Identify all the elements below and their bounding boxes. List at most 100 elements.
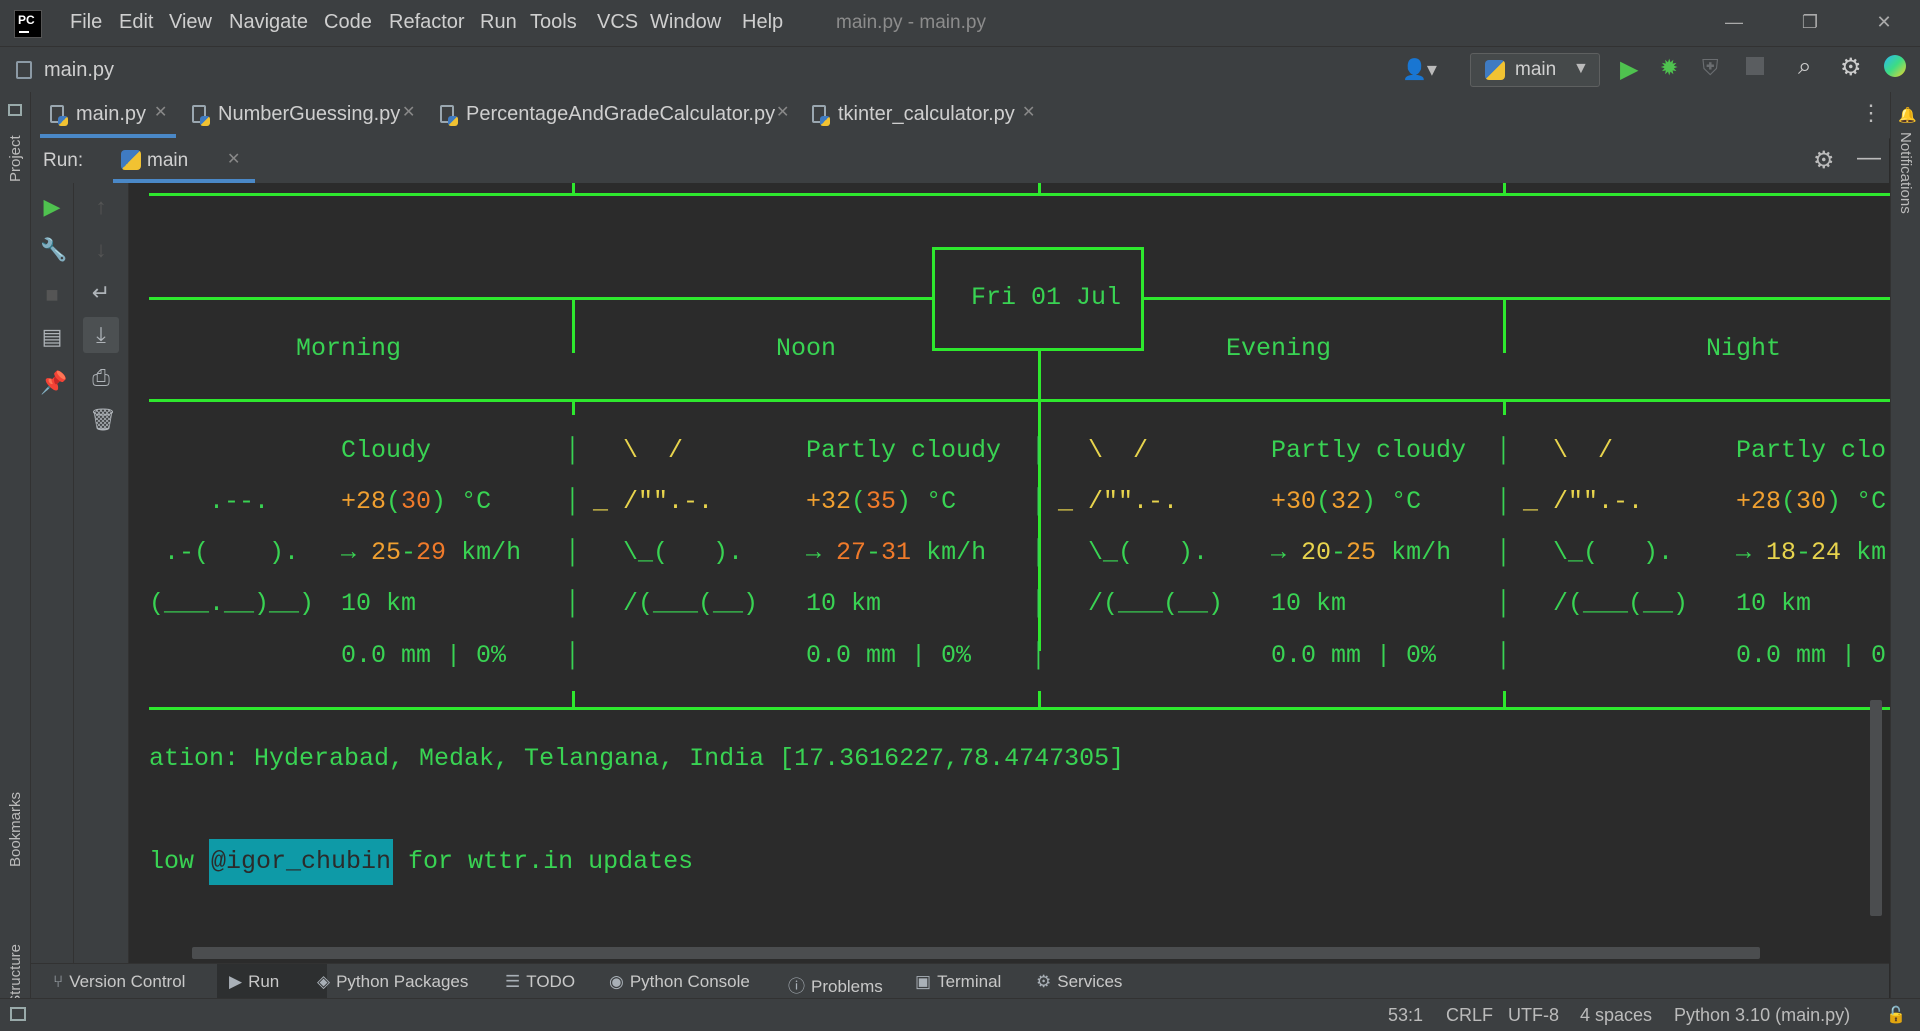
tool-run[interactable]: ▶ Run xyxy=(229,972,279,992)
tab-numberguessing[interactable]: NumberGuessing.py ✕ xyxy=(190,92,420,138)
tool-services[interactable]: ⚙ Services xyxy=(1036,972,1122,992)
stop-icon[interactable] xyxy=(1746,57,1764,75)
tool-version-control[interactable]: ⑂ Version Control xyxy=(53,972,185,992)
window-title: main.py - main.py xyxy=(836,12,986,33)
col-sep: │ xyxy=(1031,589,1047,618)
weather-art-line: _ /"".-. xyxy=(593,487,714,516)
weather-art-line: /(___(__) xyxy=(1058,589,1224,618)
layout-icon[interactable]: ▤ xyxy=(40,325,64,349)
menu-window[interactable]: Window xyxy=(650,11,721,34)
pin-icon[interactable]: 📌 xyxy=(40,371,67,395)
tool-python-packages[interactable]: ◈ Python Packages xyxy=(317,972,468,992)
user-icon[interactable]: 👤▾ xyxy=(1402,57,1437,82)
bookmarks-tool-button[interactable]: Bookmarks xyxy=(7,792,24,867)
close-tab-icon[interactable]: ✕ xyxy=(1022,102,1035,122)
visibility: 10 km xyxy=(806,589,882,618)
menu-vcs[interactable]: VCS xyxy=(597,11,638,34)
wind-unit: km/h xyxy=(911,538,987,567)
hide-panel-icon[interactable]: — xyxy=(1857,144,1881,172)
tab-percentagegradecalculator[interactable]: PercentageAndGradeCalculator.py ✕ xyxy=(438,92,794,138)
close-tab-icon[interactable]: ✕ xyxy=(776,102,789,122)
table-rule xyxy=(1503,183,1506,195)
debug-icon[interactable]: ✹ xyxy=(1660,55,1678,81)
lock-icon[interactable]: 🔓 xyxy=(1886,1005,1906,1025)
file-encoding[interactable]: UTF-8 xyxy=(1508,1005,1559,1026)
arrow-down-icon[interactable]: ↓ xyxy=(89,238,113,262)
vcs-icon: ⑂ xyxy=(53,972,64,991)
minimize-icon[interactable]: — xyxy=(1712,8,1756,36)
visibility: 10 km xyxy=(1271,589,1347,618)
tool-python-console[interactable]: ◉ Python Console xyxy=(609,972,750,992)
close-tab-icon[interactable]: ✕ xyxy=(227,149,240,169)
stop-icon[interactable]: ■ xyxy=(40,283,64,307)
arrow-up-icon[interactable]: ↑ xyxy=(89,195,113,219)
menu-tools[interactable]: Tools xyxy=(530,11,577,34)
breadcrumb-file[interactable]: main.py xyxy=(44,59,114,82)
close-tab-icon[interactable]: ✕ xyxy=(154,102,167,122)
weather-art-line: /(___(__) xyxy=(1523,589,1689,618)
temperature: +30(32) °C xyxy=(1271,487,1422,516)
menu-file[interactable]: File xyxy=(70,11,102,34)
toggle-tool-windows-icon[interactable] xyxy=(10,1007,26,1021)
wind-arrow-icon: → xyxy=(806,538,837,567)
settings-gear-icon[interactable]: ⚙ xyxy=(1840,53,1862,82)
print-icon[interactable]: ⎙ xyxy=(89,366,113,390)
tool-terminal[interactable]: ▣ Terminal xyxy=(915,972,1001,992)
wind: → 18-24 km xyxy=(1736,538,1887,567)
col-sep: │ xyxy=(1496,538,1512,567)
run-config-select[interactable]: main ▼ xyxy=(1470,53,1600,87)
temp-high: 35 xyxy=(866,487,897,516)
more-tabs-icon[interactable]: ⋮ xyxy=(1860,100,1882,126)
bell-icon: 🔔 xyxy=(1898,107,1917,124)
edit-config-wrench-icon[interactable]: 🔧 xyxy=(40,238,67,262)
tab-main-py[interactable]: main.py ✕ xyxy=(48,92,174,138)
menu-help[interactable]: Help xyxy=(742,11,783,34)
condition: Partly cloudy xyxy=(1271,436,1467,465)
col-sep: │ xyxy=(565,641,581,670)
twitter-handle-link[interactable]: @igor_chubin xyxy=(209,839,394,885)
condition: Partly cloudy xyxy=(806,436,1002,465)
restore-icon[interactable]: ❐ xyxy=(1788,8,1832,36)
temp-low: +28 xyxy=(1736,487,1782,516)
menu-edit[interactable]: Edit xyxy=(119,11,153,34)
search-icon[interactable]: ⌕ xyxy=(1798,53,1811,81)
col-sep: │ xyxy=(565,487,581,516)
code-with-me-icon[interactable] xyxy=(1884,55,1906,77)
temp-unit: °C xyxy=(1376,487,1422,516)
trash-icon[interactable]: 🗑 xyxy=(89,408,117,432)
close-tab-icon[interactable]: ✕ xyxy=(402,102,415,122)
console-output[interactable]: Fri 01 Jul Morning Noon Evening Night │ … xyxy=(129,183,1890,963)
coverage-icon[interactable]: ⛨ xyxy=(1702,55,1719,81)
menu-view[interactable]: View xyxy=(169,11,212,34)
console-vertical-scrollbar[interactable] xyxy=(1870,700,1882,916)
rerun-icon[interactable]: ▶ xyxy=(40,195,64,219)
indent-setting[interactable]: 4 spaces xyxy=(1580,1005,1652,1026)
tool-problems[interactable]: ⓘ Problems xyxy=(788,972,883,997)
period-evening: Evening xyxy=(1226,334,1332,363)
menu-refactor[interactable]: Refactor xyxy=(389,11,465,34)
caret-position[interactable]: 53:1 xyxy=(1388,1005,1423,1026)
project-tool-button[interactable]: Project xyxy=(7,102,24,182)
console-horizontal-scrollbar[interactable] xyxy=(192,947,1760,959)
close-window-icon[interactable]: ✕ xyxy=(1862,8,1906,36)
menu-code[interactable]: Code xyxy=(324,11,372,34)
menu-navigate[interactable]: Navigate xyxy=(229,11,308,34)
structure-tool-button[interactable]: Structure xyxy=(7,944,24,1005)
run-tab-label: main xyxy=(147,150,189,171)
run-tab-main[interactable]: main ✕ xyxy=(113,138,255,183)
tool-label: Services xyxy=(1057,972,1123,991)
precipitation: 0.0 mm | 0% xyxy=(806,641,972,670)
tool-todo[interactable]: ☰ TODO xyxy=(505,972,575,992)
menu-run[interactable]: Run xyxy=(480,11,517,34)
run-settings-gear-icon[interactable]: ⚙ xyxy=(1813,146,1835,175)
python-interpreter[interactable]: Python 3.10 (main.py) xyxy=(1674,1005,1850,1026)
soft-wrap-icon[interactable]: ↵ xyxy=(89,281,113,305)
run-icon[interactable]: ▶ xyxy=(1620,55,1638,84)
tool-label: Python Console xyxy=(629,972,750,991)
line-separator[interactable]: CRLF xyxy=(1446,1005,1493,1026)
notifications-tool-button[interactable]: Notifications xyxy=(1897,132,1914,214)
tab-tkinter-calculator[interactable]: tkinter_calculator.py ✕ xyxy=(810,92,1050,138)
right-tool-strip: 🔔 Notifications xyxy=(1890,92,1920,998)
table-rule xyxy=(572,691,575,707)
temp-high: 30 xyxy=(1796,487,1827,516)
